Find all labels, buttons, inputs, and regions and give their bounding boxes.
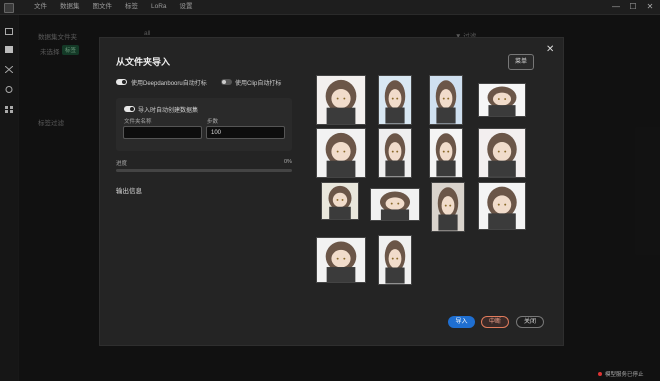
image-thumbnail[interactable] (321, 182, 359, 220)
status-text: 模型服务已停止 (605, 372, 644, 378)
image-thumbnail[interactable] (431, 182, 465, 232)
minimize-button[interactable]: — (612, 1, 620, 13)
dataset-icon[interactable] (5, 46, 13, 53)
stop-button[interactable]: 中断 (481, 316, 509, 328)
image-thumbnail[interactable] (478, 182, 526, 230)
image-thumbnail[interactable] (478, 83, 526, 117)
menu-file[interactable]: 文件 (34, 0, 47, 14)
steps-label: 步数 (207, 119, 219, 125)
menu-settings[interactable]: 设置 (180, 0, 193, 14)
tools-icon[interactable] (5, 66, 13, 73)
image-thumbnail[interactable] (378, 128, 412, 178)
import-dialog: 从文件夹导入 ✕ 菜单 使用Deepdanbooru自动打标 使用Clip自动打… (99, 37, 564, 346)
image-thumbnail[interactable] (316, 128, 366, 178)
folder-name-label: 文件夹名称 (124, 119, 152, 125)
menu-image-files[interactable]: 图文件 (93, 0, 113, 14)
images-icon[interactable] (5, 28, 13, 35)
deepdanbooru-label: 使用Deepdanbooru自动打标 (131, 81, 207, 87)
window-close-button[interactable]: ✕ (646, 1, 654, 13)
menu-bar: 文件 数据集 图文件 标签 LoRa 设置 (34, 0, 193, 14)
steps-input[interactable]: 100 (206, 126, 285, 139)
clip-toggle[interactable] (221, 79, 232, 85)
menu-dataset[interactable]: 数据集 (60, 0, 80, 14)
output-label: 输出信息 (116, 188, 142, 195)
menu-tags[interactable]: 标签 (125, 0, 138, 14)
close-button[interactable]: 关闭 (516, 316, 544, 328)
window-controls: — ☐ ✕ (612, 1, 654, 13)
import-button[interactable]: 导入 (448, 316, 475, 328)
maximize-button[interactable]: ☐ (629, 1, 637, 13)
progress-percent: 0% (284, 159, 292, 165)
left-sidebar (0, 15, 19, 381)
close-icon[interactable]: ✕ (546, 44, 554, 55)
dataset-options-panel: 导入时自动创建数据集 文件夹名称 步数 100 (116, 98, 292, 151)
grid-icon[interactable] (5, 106, 13, 113)
image-thumbnail[interactable] (429, 128, 463, 178)
image-thumbnail[interactable] (370, 188, 420, 221)
image-thumbnail[interactable] (478, 128, 526, 178)
deepdanbooru-toggle[interactable] (116, 79, 127, 85)
status-dot (598, 372, 602, 376)
model-icon[interactable] (5, 86, 13, 93)
menu-lora[interactable]: LoRa (151, 0, 167, 14)
dialog-title: 从文件夹导入 (116, 57, 171, 67)
create-dataset-label: 导入时自动创建数据集 (138, 108, 199, 114)
menu-button[interactable]: 菜单 (508, 54, 534, 70)
progress-bar (116, 169, 292, 172)
model-service-status: 模型服务已停止 (598, 370, 644, 378)
app-icon (4, 3, 14, 13)
image-thumbnail[interactable] (378, 235, 412, 285)
folder-name-input[interactable] (123, 126, 202, 139)
image-thumbnail[interactable] (316, 75, 366, 125)
title-bar: 文件 数据集 图文件 标签 LoRa 设置 — ☐ ✕ (0, 0, 660, 15)
image-thumbnail[interactable] (429, 75, 463, 125)
create-dataset-toggle[interactable] (124, 106, 135, 112)
image-thumbnail[interactable] (316, 237, 366, 283)
clip-label: 使用Clip自动打标 (235, 81, 282, 87)
progress-label: 进度 (116, 161, 128, 167)
image-thumbnail[interactable] (378, 75, 412, 125)
